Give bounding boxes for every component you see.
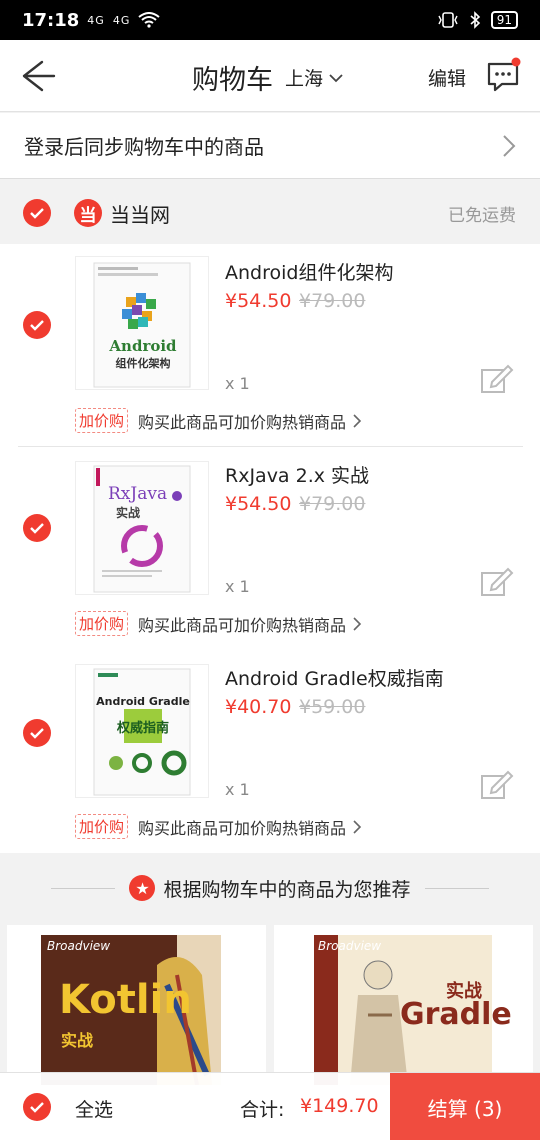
item-checkbox[interactable] (23, 514, 51, 542)
top-app-bar: 购物车 上海 编辑 (0, 40, 540, 112)
city-selector[interactable]: 上海 (285, 64, 343, 91)
back-arrow-icon[interactable] (18, 56, 58, 96)
shop-name[interactable]: 当当网 (110, 199, 170, 228)
select-all-label[interactable]: 全选 (75, 1095, 113, 1122)
promo-text: 购买此商品可加价购热销商品 (138, 615, 347, 635)
edit-pencil-icon[interactable] (480, 567, 514, 597)
item-title[interactable]: RxJava 2.x 实战 (225, 461, 369, 488)
edit-pencil-icon[interactable] (480, 364, 514, 394)
promo-text: 购买此商品可加价购热销商品 (138, 412, 347, 432)
free-shipping-label: 已免运费 (448, 205, 516, 226)
signal-icon-2: 4G (112, 13, 131, 27)
chevron-down-icon (329, 73, 343, 82)
shop-checkbox[interactable] (23, 199, 51, 227)
add-on-promo[interactable]: 加价购 购买此商品可加价购热销商品 (75, 408, 362, 433)
promo-tag: 加价购 (75, 611, 129, 636)
select-all-checkbox[interactable] (23, 1093, 51, 1121)
cart-item: RxJava 实战 RxJava 2.x 实战 ¥54.50 ¥79.00 x … (0, 447, 540, 650)
book-cover-art (93, 465, 191, 593)
edit-button[interactable]: 编辑 (428, 64, 466, 91)
book-cover[interactable]: Android Gradle 权威指南 (75, 664, 209, 798)
promo-tag: 加价购 (75, 814, 129, 839)
signal-icon-1: 4G (87, 13, 105, 27)
total-amount: ¥149.70 (300, 1095, 379, 1117)
add-on-promo[interactable]: 加价购 购买此商品可加价购热销商品 (75, 611, 362, 636)
checkmark-icon (30, 208, 44, 219)
checkmark-icon (30, 1102, 44, 1113)
battery-icon: 91 (490, 11, 518, 29)
chevron-right-icon (353, 819, 362, 834)
recommendation-header: ★ 根据购物车中的商品为您推荐 (0, 855, 540, 921)
chevron-right-icon (503, 134, 516, 157)
divider-line (424, 887, 489, 889)
item-checkbox[interactable] (23, 311, 51, 339)
status-bar: 17:18 4G 4G 91 (0, 0, 540, 40)
bluetooth-icon (470, 11, 480, 29)
wifi-icon (138, 12, 160, 28)
item-price: ¥54.50 (225, 290, 292, 312)
cover-subtitle: 权威指南 (116, 721, 169, 736)
item-original-price: ¥79.00 (299, 493, 366, 515)
item-quantity: x 1 (225, 374, 250, 393)
item-price: ¥40.70 (225, 696, 292, 718)
city-label: 上海 (285, 68, 324, 90)
item-quantity: x 1 (225, 780, 250, 799)
login-sync-text: 登录后同步购物车中的商品 (24, 135, 264, 159)
recommended-book-card[interactable]: Broadview Kotlin 实战 (7, 925, 266, 1085)
recommended-title: Gradle (400, 997, 512, 1032)
checkout-button[interactable]: 结算 (3) (390, 1073, 540, 1140)
promo-tag: 加价购 (75, 408, 129, 433)
cover-title: Android Gradle (96, 695, 190, 708)
item-title[interactable]: Android组件化架构 (225, 258, 393, 285)
item-original-price: ¥59.00 (299, 696, 366, 718)
chevron-right-icon (353, 616, 362, 631)
checkout-bar: 全选 合计: ¥149.70 结算 (3) (0, 1072, 540, 1140)
cover-title: Android (109, 337, 177, 355)
divider-line (51, 887, 116, 889)
checkmark-icon (30, 728, 44, 739)
login-sync-bar[interactable]: 登录后同步购物车中的商品 (0, 113, 540, 179)
cover-subtitle: 实战 (116, 506, 141, 520)
item-checkbox[interactable] (23, 719, 51, 747)
page-title: 购物车 (192, 65, 273, 96)
dangdang-logo-icon: 当 (74, 199, 102, 227)
add-on-promo[interactable]: 加价购 购买此商品可加价购热销商品 (75, 814, 362, 839)
checkmark-icon (30, 523, 44, 534)
book-cover[interactable]: Android 组件化架构 (75, 256, 209, 390)
cart-item: Android 组件化架构 Android组件化架构 ¥54.50 ¥79.00… (0, 244, 540, 447)
cart-item: Android Gradle 权威指南 Android Gradle权威指南 ¥… (0, 650, 540, 853)
item-original-price: ¥79.00 (299, 290, 366, 312)
chevron-right-icon (353, 413, 362, 428)
total-label: 合计: (240, 1099, 285, 1121)
promo-text: 购买此商品可加价购热销商品 (138, 818, 347, 838)
recommended-book-card[interactable]: Broadview 实战 Gradle (274, 925, 533, 1085)
recommended-title: Kotlin (59, 977, 192, 1023)
book-cover[interactable]: RxJava 实战 (75, 461, 209, 595)
edit-pencil-icon[interactable] (480, 770, 514, 800)
vibrate-icon (438, 12, 458, 28)
status-time: 17:18 (22, 9, 80, 31)
item-price: ¥54.50 (225, 493, 292, 515)
item-quantity: x 1 (225, 577, 250, 596)
cover-subtitle: 组件化架构 (115, 357, 171, 370)
recommendation-title: 根据购物车中的商品为您推荐 (163, 878, 411, 901)
message-icon[interactable] (484, 56, 524, 96)
cover-title: RxJava (108, 484, 168, 504)
publisher-label: Broadview (47, 939, 111, 953)
star-icon: ★ (129, 875, 156, 901)
checkmark-icon (30, 320, 44, 331)
publisher-label: Broadview (318, 939, 382, 953)
shop-header: 当 当当网 已免运费 (0, 182, 540, 244)
item-title[interactable]: Android Gradle权威指南 (225, 664, 444, 691)
recommended-subtitle: 实战 (61, 1031, 94, 1050)
